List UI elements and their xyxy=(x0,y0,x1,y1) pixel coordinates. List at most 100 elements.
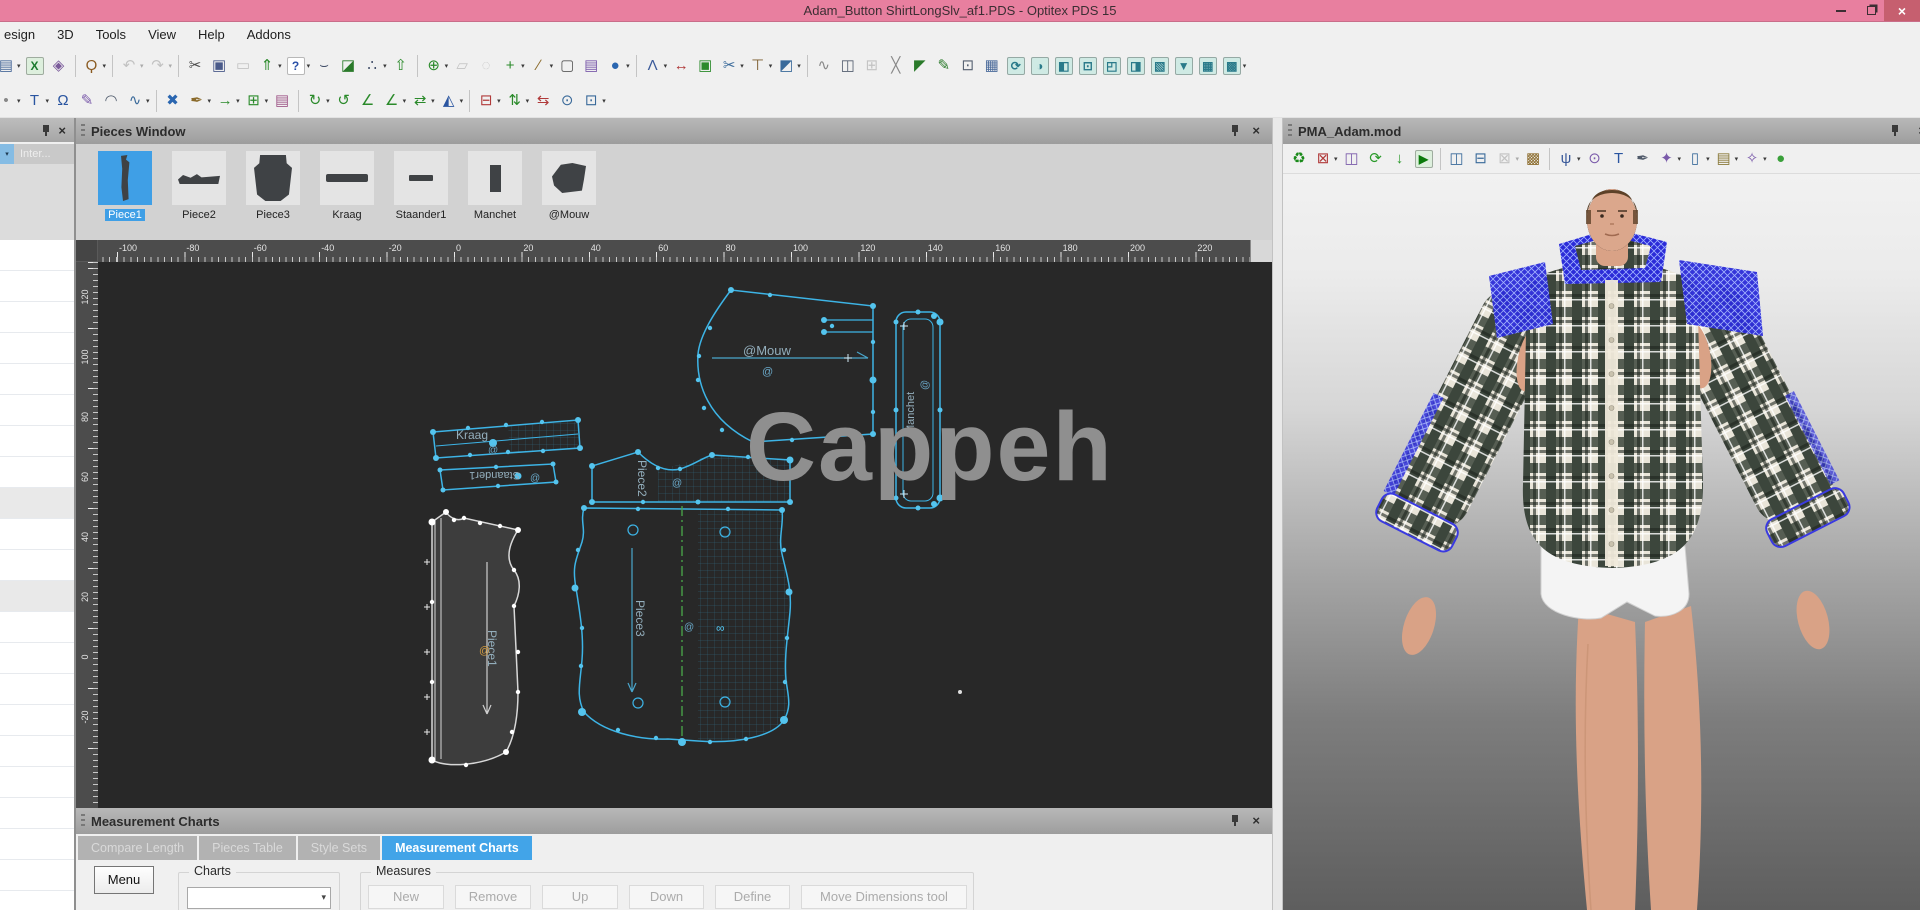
move-point-button[interactable]: +▾ xyxy=(498,53,527,79)
dock-tab-internal[interactable]: Inter... xyxy=(14,144,74,164)
minimize-button[interactable] xyxy=(1828,0,1854,21)
world-view-button[interactable]: ●▾ xyxy=(603,53,632,79)
rotate-button[interactable]: ↻▾ xyxy=(303,88,332,114)
help-button[interactable]: ?▾ xyxy=(284,53,313,79)
fold-check-button[interactable]: ▣ xyxy=(693,53,717,79)
undo-button[interactable]: ↶▾ xyxy=(117,53,146,79)
3d-viewport[interactable] xyxy=(1283,174,1920,910)
list-row[interactable] xyxy=(0,798,74,829)
list-row[interactable] xyxy=(0,705,74,736)
copy-button[interactable]: ▣ xyxy=(207,53,231,79)
fold-line-button[interactable]: ⊟▾ xyxy=(474,88,503,114)
remove-button[interactable]: Remove xyxy=(455,885,531,909)
grid-panels-button[interactable]: ⊞ xyxy=(860,53,884,79)
swap-pieces-button[interactable]: ╳ xyxy=(884,53,908,79)
dress-model-button[interactable]: ◫ xyxy=(1340,146,1364,172)
select-box-button[interactable]: ▢ xyxy=(555,53,579,79)
import-piece-button[interactable]: ⇑▾ xyxy=(255,53,284,79)
render-globe-button[interactable]: ● xyxy=(1769,146,1793,172)
pattern-canvas[interactable]: @Mouw @ Manchet xyxy=(98,262,1272,808)
trace-shape-button[interactable]: ◌ xyxy=(474,53,498,79)
flip-button[interactable]: ⇄▾ xyxy=(408,88,437,114)
define-button[interactable]: Define xyxy=(715,885,790,909)
ruler-units-button[interactable] xyxy=(1250,240,1272,262)
anchor-button[interactable]: •▾ xyxy=(0,88,23,114)
drop-cloth-button[interactable]: ↓ xyxy=(1388,146,1412,172)
close-panel-icon[interactable]: × xyxy=(1252,814,1260,827)
tab-measurement-charts[interactable]: Measurement Charts xyxy=(382,836,532,860)
drape-down-button[interactable]: ▼ xyxy=(1172,53,1196,79)
cylinder-select-button[interactable]: ⊟ xyxy=(1469,146,1493,172)
align-piece-button[interactable]: ⊡▾ xyxy=(579,88,608,114)
box-left-button[interactable]: ◧ xyxy=(1052,53,1076,79)
hammer-button[interactable]: ⊤▾ xyxy=(746,53,775,79)
stitch-settings-button[interactable]: ⊡ xyxy=(956,53,980,79)
tab-compare-length[interactable]: Compare Length xyxy=(78,836,197,860)
close-panel-icon[interactable]: × xyxy=(1252,124,1260,137)
rotate-copy-button[interactable]: ⊞▾ xyxy=(242,88,271,114)
list-row[interactable] xyxy=(0,581,74,612)
clear-mapping-button[interactable]: ⊠▾ xyxy=(1493,146,1522,172)
dart-button[interactable]: ◠ xyxy=(99,88,123,114)
piece-thumb-manchet[interactable]: Manchet xyxy=(458,151,532,223)
texture-checker-button[interactable]: ▩ xyxy=(1521,146,1545,172)
scan-doc-button[interactable]: ⊙ xyxy=(1583,146,1607,172)
text-tool-button[interactable]: T▾ xyxy=(23,88,52,114)
export-excel-button[interactable]: X xyxy=(23,53,47,79)
rotate-90-button[interactable]: ⊙ xyxy=(555,88,579,114)
remove-cloth-button[interactable]: ⊠▾ xyxy=(1311,146,1340,172)
tab-pieces-table[interactable]: Pieces Table xyxy=(199,836,296,860)
avatar-tools-button[interactable]: ✦▾ xyxy=(1655,146,1684,172)
panel-splitter[interactable] xyxy=(1272,118,1283,910)
curve-fit-button[interactable]: ⌣ xyxy=(312,53,336,79)
cut-button[interactable]: ✂ xyxy=(183,53,207,79)
menu-3d[interactable]: 3D xyxy=(46,22,85,48)
list-row[interactable] xyxy=(0,395,74,426)
knife-button[interactable]: ∕▾ xyxy=(527,53,556,79)
list-row[interactable] xyxy=(0,643,74,674)
list-row[interactable] xyxy=(0,519,74,550)
list-row[interactable] xyxy=(0,891,74,910)
open-document-button[interactable]: ▤▾ xyxy=(0,53,23,79)
walk-pieces-button[interactable]: Λ▾ xyxy=(641,53,670,79)
edit-3d-button[interactable]: ✎ xyxy=(932,53,956,79)
select-3d-button[interactable]: ◤ xyxy=(908,53,932,79)
canvas-piece-piece1[interactable] xyxy=(424,512,519,765)
list-row[interactable] xyxy=(0,240,74,271)
rotate-ccw-button[interactable]: ↺ xyxy=(332,88,356,114)
simulate-button[interactable]: ▶ xyxy=(1412,146,1436,172)
list-row[interactable] xyxy=(0,860,74,891)
restore-button[interactable] xyxy=(1858,0,1884,21)
list-row[interactable] xyxy=(0,674,74,705)
menu-button[interactable]: Menu xyxy=(94,866,154,894)
box-right-button[interactable]: ◨ xyxy=(1124,53,1148,79)
piece-thumb-piece1[interactable]: Piece1 xyxy=(88,151,162,223)
avatar-light-button[interactable]: ✧▾ xyxy=(1740,146,1769,172)
close-button[interactable]: × xyxy=(1884,0,1920,21)
tab-style-sets[interactable]: Style Sets xyxy=(298,836,380,860)
list-row[interactable] xyxy=(0,829,74,860)
cylinder-map-button[interactable]: ◫ xyxy=(1445,146,1469,172)
seam-curve-button[interactable]: Ω xyxy=(51,88,75,114)
pleats-button[interactable]: ▤ xyxy=(579,53,603,79)
fold-fabric-button[interactable]: ▧ xyxy=(1148,53,1172,79)
walk-swap-button[interactable]: ⇆ xyxy=(531,88,555,114)
mesh-dark-button[interactable]: ▩▾ xyxy=(1220,53,1249,79)
piece-thumb-piece2[interactable]: Piece2 xyxy=(162,151,236,223)
compare-panels-button[interactable]: ◫ xyxy=(836,53,860,79)
stitch-pen-button[interactable]: ✒ xyxy=(1631,146,1655,172)
list-row[interactable] xyxy=(0,612,74,643)
rotate-angle-button[interactable]: ∠ xyxy=(356,88,380,114)
price-tags-button[interactable]: ◈ xyxy=(47,53,71,79)
list-row[interactable] xyxy=(0,767,74,798)
list-row[interactable] xyxy=(0,488,74,519)
zoom-tool-button[interactable]: Ϙ▾ xyxy=(80,53,109,79)
pen-button[interactable]: ✒▾ xyxy=(185,88,214,114)
charts-select[interactable]: ▾ xyxy=(187,887,331,909)
raise-piece-button[interactable]: ⇧ xyxy=(389,53,413,79)
list-row[interactable] xyxy=(0,550,74,581)
piece-thumb-mouw[interactable]: @Mouw xyxy=(532,151,606,223)
pin-icon[interactable] xyxy=(41,124,51,137)
list-row[interactable] xyxy=(0,457,74,488)
redo-button[interactable]: ↷▾ xyxy=(146,53,175,79)
